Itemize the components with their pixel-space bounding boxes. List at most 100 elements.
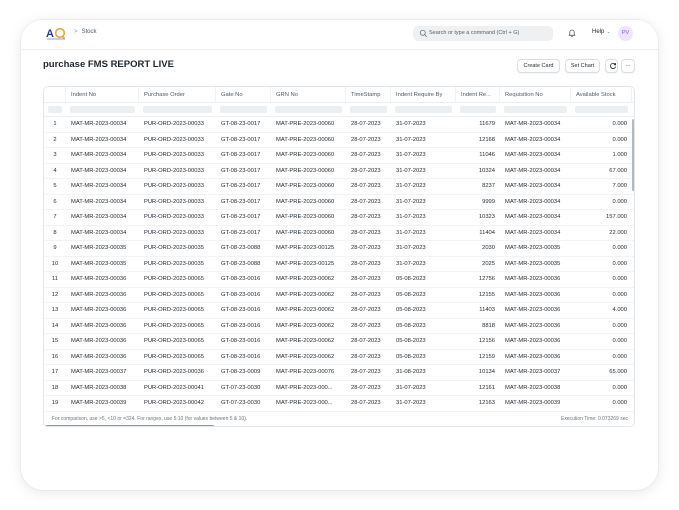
table-row[interactable]: 17 MAT-MR-2023-00037 PUR-ORD-2023-00036 GT-… (44, 365, 634, 381)
table-row[interactable]: 14 MAT-MR-2023-00036 PUR-ORD-2023-00065 GT-… (44, 319, 634, 334)
table-cell: 28-07-2023 (351, 276, 381, 282)
table-cell: GT-07-23-0030 (221, 400, 261, 406)
row-index: 19 (51, 400, 59, 406)
horizontal-scrollbar[interactable] (44, 425, 214, 426)
table-cell: MAT-MR-2023-00034 (505, 229, 561, 236)
table-cell: MAT-MR-2023-00036 (505, 353, 561, 360)
table-cell: MAT-MR-2023-00034 (505, 198, 561, 205)
table-cell: 0.000 (612, 384, 627, 391)
table-cell: 157.000 (606, 214, 627, 220)
filter-input[interactable] (350, 106, 387, 113)
avatar[interactable]: PV (618, 26, 633, 41)
table-cell: MAT-MR-2023-00034 (505, 167, 561, 174)
table-cell: MAT-MR-2023-00034 (71, 183, 127, 189)
table-row[interactable]: 10 MAT-MR-2023-00035 PUR-ORD-2023-00035 GT-… (44, 257, 634, 272)
column-header[interactable]: GRN No (271, 87, 346, 103)
table-row[interactable]: 15 MAT-MR-2023-00036 PUR-ORD-2023-00065 GT-… (44, 334, 634, 350)
table-row[interactable]: 8 MAT-MR-2023-00034 PUR-ORD-2023-00033 GT-0… (44, 226, 634, 241)
column-header[interactable]: Indent Re... (456, 87, 500, 103)
row-index: 1 (53, 121, 57, 127)
table-cell: MAT-PRE-2023-00062 (276, 353, 335, 360)
table-cell: 9999 (482, 198, 495, 205)
table-row[interactable]: 7 MAT-MR-2023-00034 PUR-ORD-2023-00033 GT-0… (44, 210, 634, 226)
table-row[interactable]: 19 MAT-MR-2023-00039 PUR-ORD-2023-00042 GT-… (44, 396, 634, 412)
table-row[interactable]: 16 MAT-MR-2023-00036 PUR-ORD-2023-00065 GT-… (44, 350, 634, 365)
table-cell: MAT-PRE-2023-00060 (276, 198, 335, 205)
bell-icon[interactable] (567, 28, 577, 38)
table-cell: GT-08-23-0088 (221, 260, 261, 267)
table-cell: MAT-MR-2023-00038 (505, 384, 561, 391)
filter-input[interactable] (48, 106, 62, 113)
table-row[interactable]: 11 MAT-MR-2023-00036 PUR-ORD-2023-00065 GT-… (44, 272, 634, 288)
table-cell: 0.000 (612, 245, 627, 251)
table-row[interactable]: 2 MAT-MR-2023-00034 PUR-ORD-2023-00033 GT-0… (44, 133, 634, 148)
row-index: 5 (53, 183, 57, 189)
table-cell: MAT-MR-2023-00036 (505, 338, 561, 344)
create-card-button[interactable]: Create Card (517, 59, 560, 73)
table-cell: GT-08-23-0016 (221, 291, 261, 298)
filter-input[interactable] (395, 106, 452, 113)
row-index: 18 (51, 384, 59, 391)
table-cell: MAT-PRE-2023-00125 (276, 260, 335, 267)
search-bar[interactable]: Search or type a command (Ctrl + G) (413, 26, 553, 41)
table-cell: 05-08-2023 (396, 353, 426, 360)
table-cell: MAT-PRE-2023-00060 (276, 229, 335, 236)
filter-input[interactable] (275, 106, 342, 113)
table-row[interactable]: 3 MAT-MR-2023-00034 PUR-ORD-2023-00033 GT-0… (44, 148, 634, 164)
set-chart-button[interactable]: Set Chart (565, 59, 600, 73)
table-row[interactable]: 9 MAT-MR-2023-00035 PUR-ORD-2023-00035 GT-0… (44, 241, 634, 257)
table-cell: 0.000 (612, 276, 627, 282)
chevron-right-icon: > (74, 29, 78, 35)
column-header[interactable]: Available Stock (571, 87, 632, 103)
company-logo[interactable]: A (46, 26, 66, 40)
refresh-button[interactable] (605, 59, 618, 73)
filter-input[interactable] (143, 106, 212, 113)
table-cell: 28-07-2023 (351, 307, 381, 313)
help-menu[interactable]: Help ⌄ (592, 29, 611, 35)
table-row[interactable]: 18 MAT-MR-2023-00038 PUR-ORD-2023-00041 GT-… (44, 381, 634, 396)
report-table: Indent No Purchase Order Gate No GRN No Time… (43, 86, 635, 427)
more-options-button[interactable]: ··· (621, 59, 635, 73)
table-row[interactable]: 5 MAT-MR-2023-00034 PUR-ORD-2023-00033 GT-0… (44, 179, 634, 195)
filter-input[interactable] (504, 106, 567, 113)
header-cell-index (44, 87, 66, 103)
column-header[interactable]: Purchase Order (139, 87, 216, 103)
filter-input[interactable] (220, 106, 267, 113)
table-row[interactable]: 1 MAT-MR-2023-00034 PUR-ORD-2023-00033 GT-0… (44, 117, 634, 133)
table-cell: 28-07-2023 (351, 198, 381, 205)
column-header[interactable]: TimeStamp (346, 87, 391, 103)
table-cell: 10323 (478, 214, 495, 220)
table-cell: GT-08-23-0016 (221, 338, 261, 344)
table-row[interactable]: 6 MAT-MR-2023-00034 PUR-ORD-2023-00033 GT-0… (44, 195, 634, 210)
column-header[interactable]: Gate No (216, 87, 271, 103)
column-header[interactable]: Indent No (66, 87, 139, 103)
table-cell: PUR-ORD-2023-00033 (144, 152, 204, 158)
vertical-scrollbar[interactable] (632, 119, 634, 191)
table-cell: GT-08-23-0017 (221, 121, 261, 127)
column-header[interactable]: Requisition No (500, 87, 571, 103)
table-cell: 05-08-2023 (396, 276, 426, 282)
table-row[interactable]: 13 MAT-MR-2023-00036 PUR-ORD-2023-00065 GT-… (44, 303, 634, 319)
table-cell: 31-07-2023 (396, 167, 426, 174)
table-cell: 11403 (479, 307, 495, 313)
table-cell: 0.000 (612, 400, 627, 406)
table-cell: MAT-MR-2023-00036 (71, 307, 127, 313)
table-cell: 0.000 (612, 136, 627, 143)
table-cell: 28-07-2023 (351, 338, 381, 344)
column-header[interactable]: Indent Require By (391, 87, 456, 103)
table-cell: PUR-ORD-2023-00065 (144, 291, 204, 298)
table-cell: MAT-PRE-2023-00060 (276, 121, 335, 127)
table-cell: PUR-ORD-2023-00041 (144, 384, 204, 391)
table-cell: GT-08-23-0017 (221, 136, 261, 143)
row-index: 14 (51, 322, 59, 329)
table-cell: 12156 (478, 338, 495, 344)
table-row[interactable]: 4 MAT-MR-2023-00034 PUR-ORD-2023-00033 GT-0… (44, 164, 634, 179)
filter-input[interactable] (575, 106, 628, 113)
filter-input[interactable] (70, 106, 135, 113)
breadcrumb-stock[interactable]: Stock (82, 29, 97, 35)
table-cell: 28-07-2023 (351, 400, 381, 406)
table-cell: PUR-ORD-2023-00065 (144, 353, 204, 360)
table-cell: MAT-MR-2023-00039 (505, 400, 561, 406)
table-row[interactable]: 12 MAT-MR-2023-00036 PUR-ORD-2023-00065 GT-… (44, 288, 634, 303)
filter-input[interactable] (460, 106, 496, 113)
